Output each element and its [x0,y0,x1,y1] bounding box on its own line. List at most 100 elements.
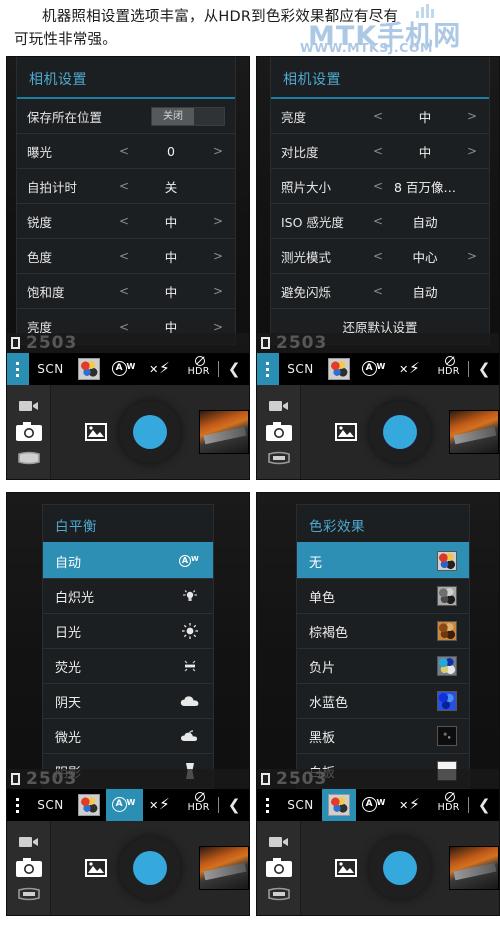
settings-menu-button[interactable] [257,353,279,385]
last-photo-thumbnail[interactable] [199,846,249,890]
white-balance-button[interactable]: AW [356,353,394,385]
decrement-arrow[interactable]: < [117,249,131,263]
increment-arrow[interactable]: > [211,284,225,298]
photo-mode-icon[interactable] [14,419,44,445]
effect-option-none[interactable]: 无 [297,544,469,579]
decrement-arrow[interactable]: < [117,214,131,228]
setting-row-brightness[interactable]: 亮度 < 中 > [271,99,489,134]
panorama-mode-icon[interactable] [14,881,44,907]
increment-arrow[interactable]: > [465,144,479,158]
effect-option-blackboard[interactable]: 黑板 [297,719,469,754]
setting-row-saturation[interactable]: 饱和度 < 中 > [17,274,235,309]
setting-row-contrast[interactable]: 对比度 < 中 > [271,134,489,169]
wb-option-fluorescent[interactable]: 荧光 [43,649,213,684]
setting-row-exposure[interactable]: 曝光 < 0 > [17,134,235,169]
shutter-button[interactable] [119,837,181,899]
panorama-mode-icon[interactable] [14,445,44,471]
increment-arrow[interactable]: > [465,249,479,263]
restore-defaults-button[interactable]: 还原默认设置 [271,309,489,344]
effect-option-whiteboard[interactable]: 白板 [297,754,469,789]
collapse-toolbar-button[interactable]: ❮ [469,353,499,385]
decrement-arrow[interactable]: < [117,320,131,334]
flash-button[interactable]: ✕ ⚡ [393,353,429,385]
video-mode-icon[interactable] [264,829,294,855]
last-photo-thumbnail[interactable] [449,846,499,890]
shutter-button[interactable] [119,401,181,463]
setting-row-brightness[interactable]: 亮度 < 中 > [17,309,235,344]
collapse-toolbar-button[interactable]: ❮ [219,353,249,385]
scene-mode-button[interactable]: SCN [279,353,322,385]
flash-button[interactable]: ✕ ⚡ [143,789,179,821]
photo-mode-icon[interactable] [264,855,294,881]
collapse-toolbar-button[interactable]: ❮ [219,789,249,821]
gallery-icon[interactable] [85,859,107,877]
video-mode-icon[interactable] [264,393,294,419]
white-balance-button[interactable]: AW [356,789,394,821]
wb-option-incandescent[interactable]: 白炽光 [43,579,213,614]
shutter-button[interactable] [369,401,431,463]
video-mode-icon[interactable] [14,829,44,855]
shutter-button[interactable] [369,837,431,899]
setting-row-metering-mode[interactable]: 测光模式 < 中心 > [271,239,489,274]
scene-mode-button[interactable]: SCN [29,789,72,821]
last-photo-thumbnail[interactable] [449,410,499,454]
wb-option-auto[interactable]: 自动 A W [43,544,213,579]
effect-option-aqua[interactable]: 水蓝色 [297,684,469,719]
decrement-arrow[interactable]: < [371,179,385,193]
increment-arrow[interactable]: > [211,214,225,228]
decrement-arrow[interactable]: < [117,144,131,158]
scene-mode-button[interactable]: SCN [279,789,322,821]
gallery-icon[interactable] [85,423,107,441]
color-effect-button[interactable] [322,789,356,821]
setting-row-iso[interactable]: ISO 感光度 < 自动 [271,204,489,239]
effect-option-mono[interactable]: 单色 [297,579,469,614]
white-balance-button[interactable]: AW [106,353,144,385]
decrement-arrow[interactable]: < [371,249,385,263]
photo-mode-icon[interactable] [264,419,294,445]
increment-arrow[interactable]: > [465,109,479,123]
collapse-toolbar-button[interactable]: ❮ [469,789,499,821]
setting-row-save-location[interactable]: 保存所在位置 关闭 [17,99,235,134]
setting-row-self-timer[interactable]: 自拍计时 < 关 [17,169,235,204]
wb-option-twilight[interactable]: 微光 [43,719,213,754]
location-toggle[interactable]: 关闭 [151,106,225,126]
color-effect-button[interactable] [72,353,106,385]
hdr-button[interactable]: HDR [179,353,219,385]
decrement-arrow[interactable]: < [371,214,385,228]
scene-mode-button[interactable]: SCN [29,353,72,385]
increment-arrow[interactable]: > [211,144,225,158]
decrement-arrow[interactable]: < [371,144,385,158]
setting-row-hue[interactable]: 色度 < 中 > [17,239,235,274]
effect-option-negative[interactable]: 负片 [297,649,469,684]
hdr-button[interactable]: HDR [179,789,219,821]
wb-option-shade[interactable]: 阴影 [43,754,213,789]
setting-row-picture-size[interactable]: 照片大小 < 8 百万像… [271,169,489,204]
settings-menu-button[interactable] [7,789,29,821]
wb-option-daylight[interactable]: 日光 [43,614,213,649]
increment-arrow[interactable]: > [211,320,225,334]
flash-button[interactable]: ✕ ⚡ [143,353,179,385]
color-effect-button[interactable] [322,353,356,385]
settings-menu-button[interactable] [7,353,29,385]
wb-option-cloudy[interactable]: 阴天 [43,684,213,719]
white-balance-button[interactable]: AW [105,789,144,821]
increment-arrow[interactable]: > [211,249,225,263]
photo-mode-icon[interactable] [14,855,44,881]
panorama-mode-icon[interactable] [264,445,294,471]
video-mode-icon[interactable] [14,393,44,419]
setting-row-anti-flicker[interactable]: 避免闪烁 < 自动 [271,274,489,309]
gallery-icon[interactable] [335,423,357,441]
settings-menu-button[interactable] [257,789,279,821]
decrement-arrow[interactable]: < [371,109,385,123]
setting-row-sharpness[interactable]: 锐度 < 中 > [17,204,235,239]
gallery-icon[interactable] [335,859,357,877]
last-photo-thumbnail[interactable] [199,410,249,454]
panorama-mode-icon[interactable] [264,881,294,907]
color-effect-button[interactable] [72,789,106,821]
hdr-button[interactable]: HDR [429,353,469,385]
hdr-button[interactable]: HDR [429,789,469,821]
flash-button[interactable]: ✕ ⚡ [393,789,429,821]
effect-option-sepia[interactable]: 棕褐色 [297,614,469,649]
decrement-arrow[interactable]: < [371,284,385,298]
decrement-arrow[interactable]: < [117,179,131,193]
